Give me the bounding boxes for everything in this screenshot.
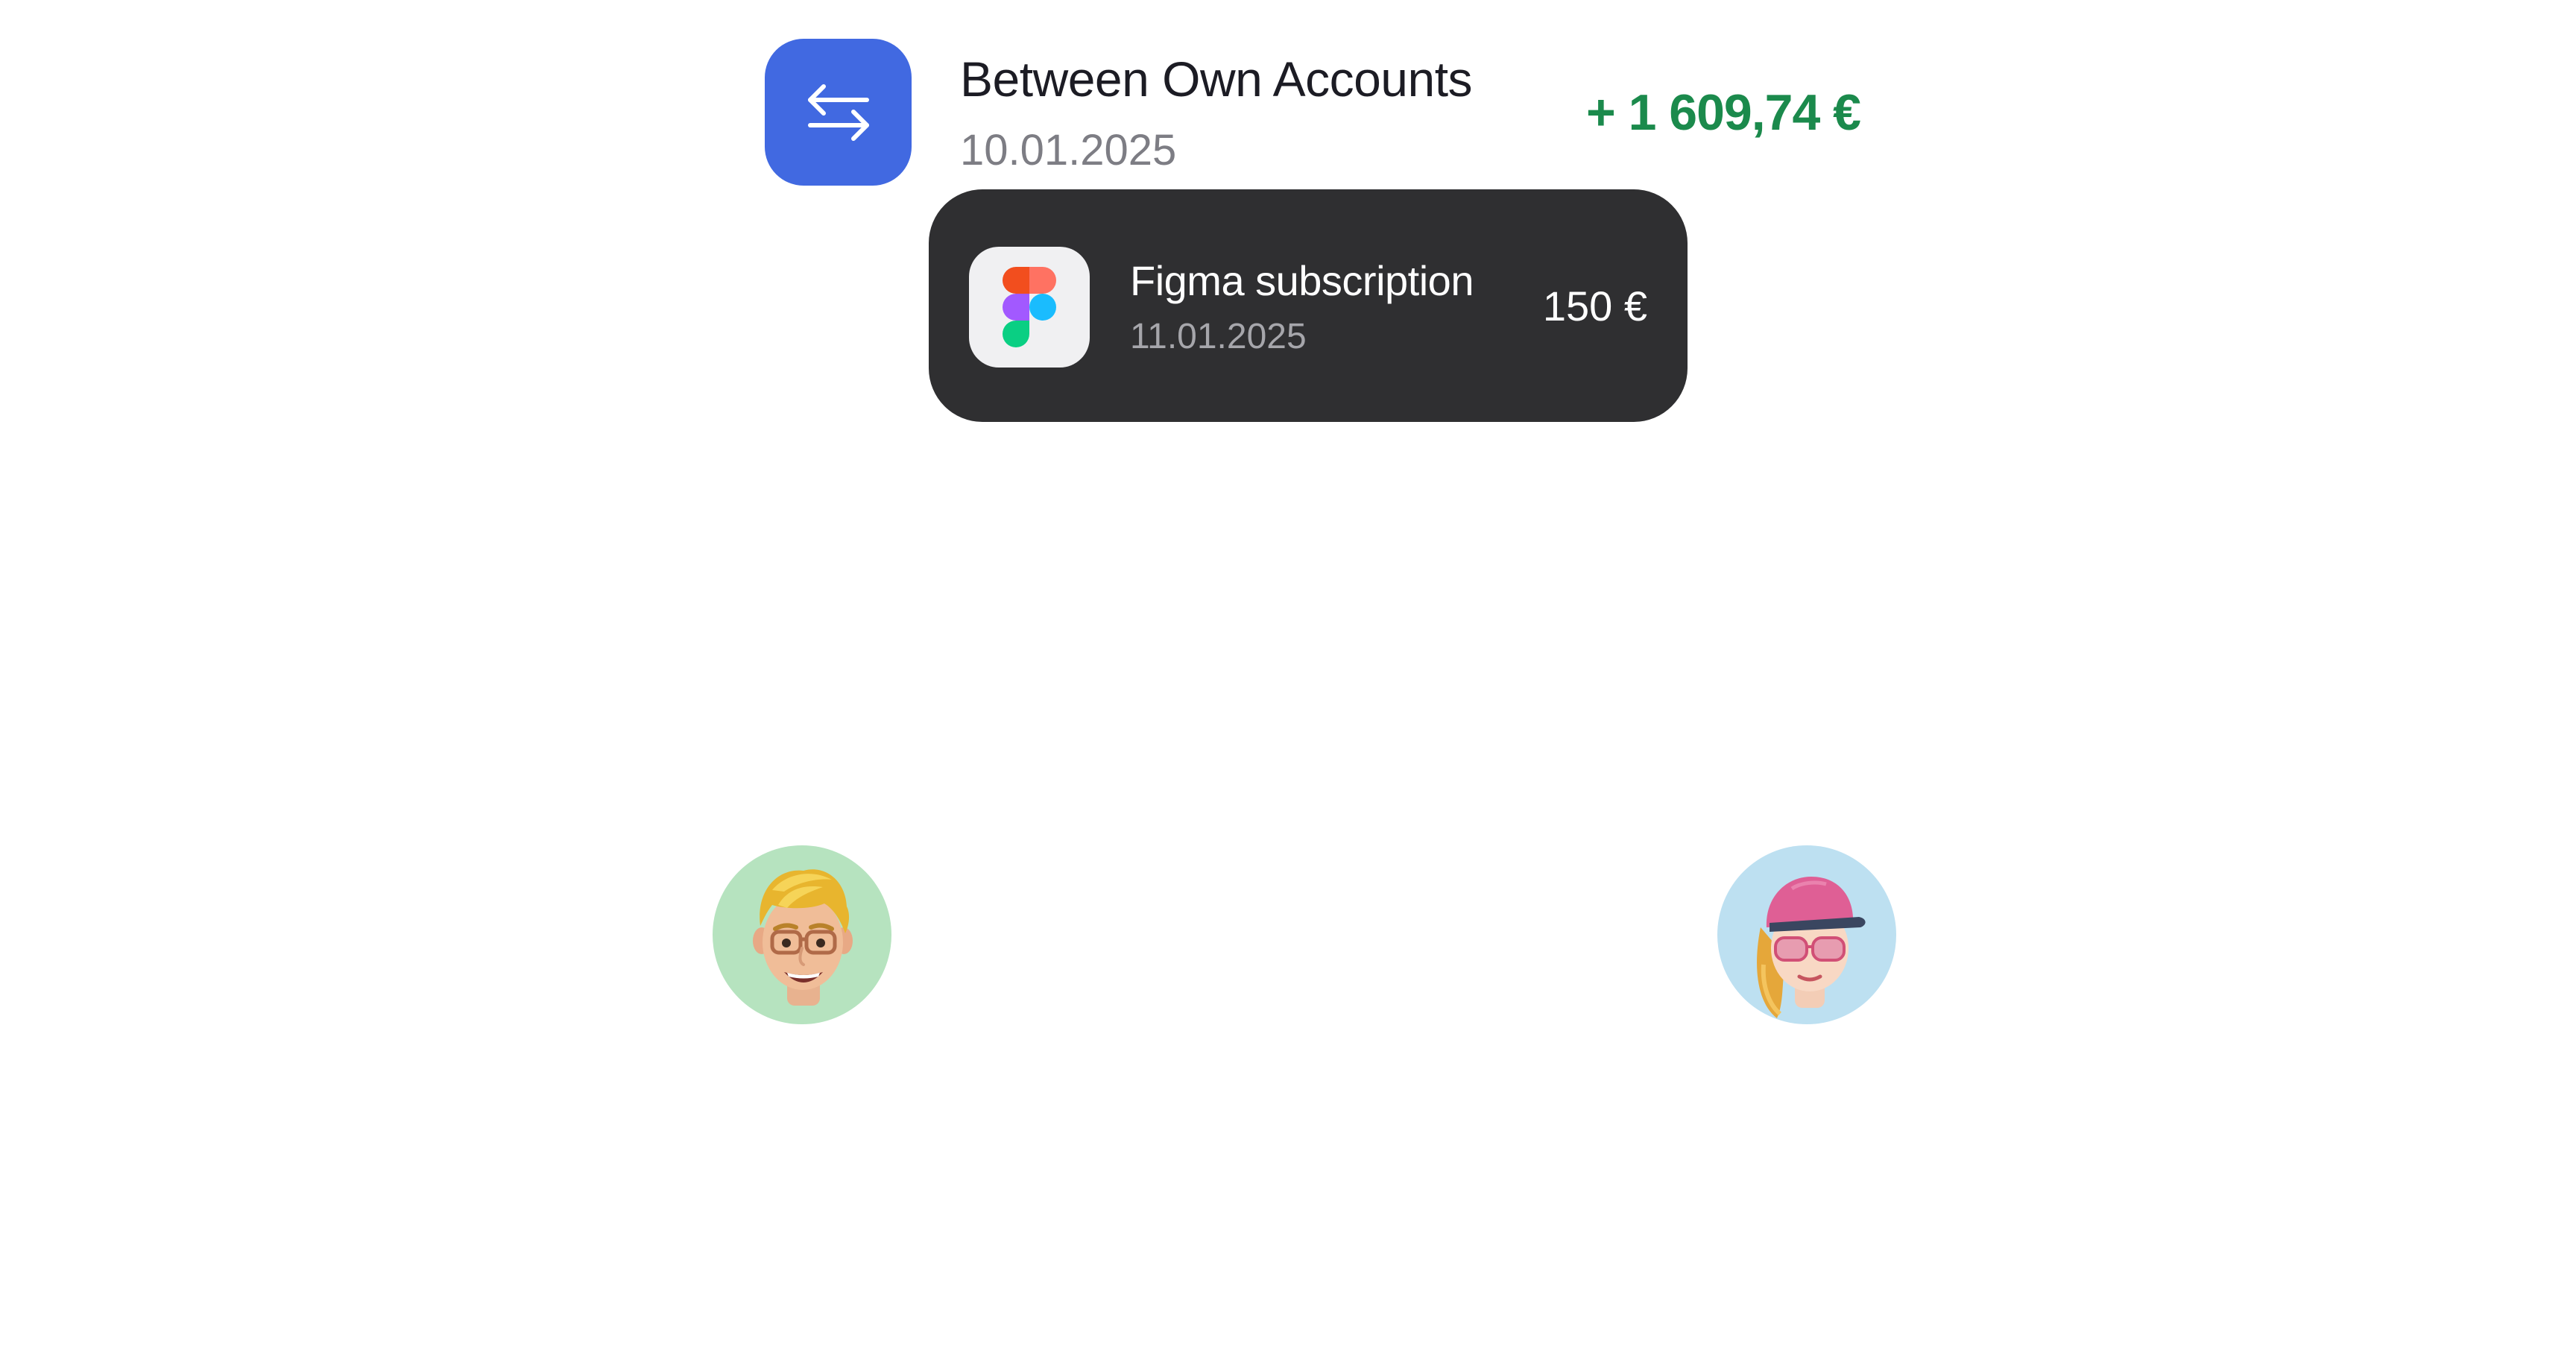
transaction-date: 10.01.2025 (960, 126, 1177, 174)
memoji-man-avatar[interactable] (713, 845, 891, 1024)
transaction-row[interactable]: Between Own Accounts 10.01.2025 + 1 609,… (765, 39, 1861, 188)
transfer-arrows-icon (765, 39, 912, 186)
notification-card[interactable]: Figma subscription 11.01.2025 150 € (929, 189, 1688, 422)
notification-date: 11.01.2025 (1130, 317, 1307, 356)
transaction-title: Between Own Accounts (960, 51, 1473, 107)
transaction-amount: + 1 609,74 € (1585, 84, 1861, 141)
notification-title: Figma subscription (1130, 257, 1474, 304)
notification-amount: 150 € (1542, 283, 1647, 329)
figma-logo-icon (969, 247, 1090, 368)
canvas: Between Own Accounts 10.01.2025 + 1 609,… (0, 0, 2576, 1353)
memoji-woman-cap-avatar[interactable] (1717, 845, 1896, 1024)
